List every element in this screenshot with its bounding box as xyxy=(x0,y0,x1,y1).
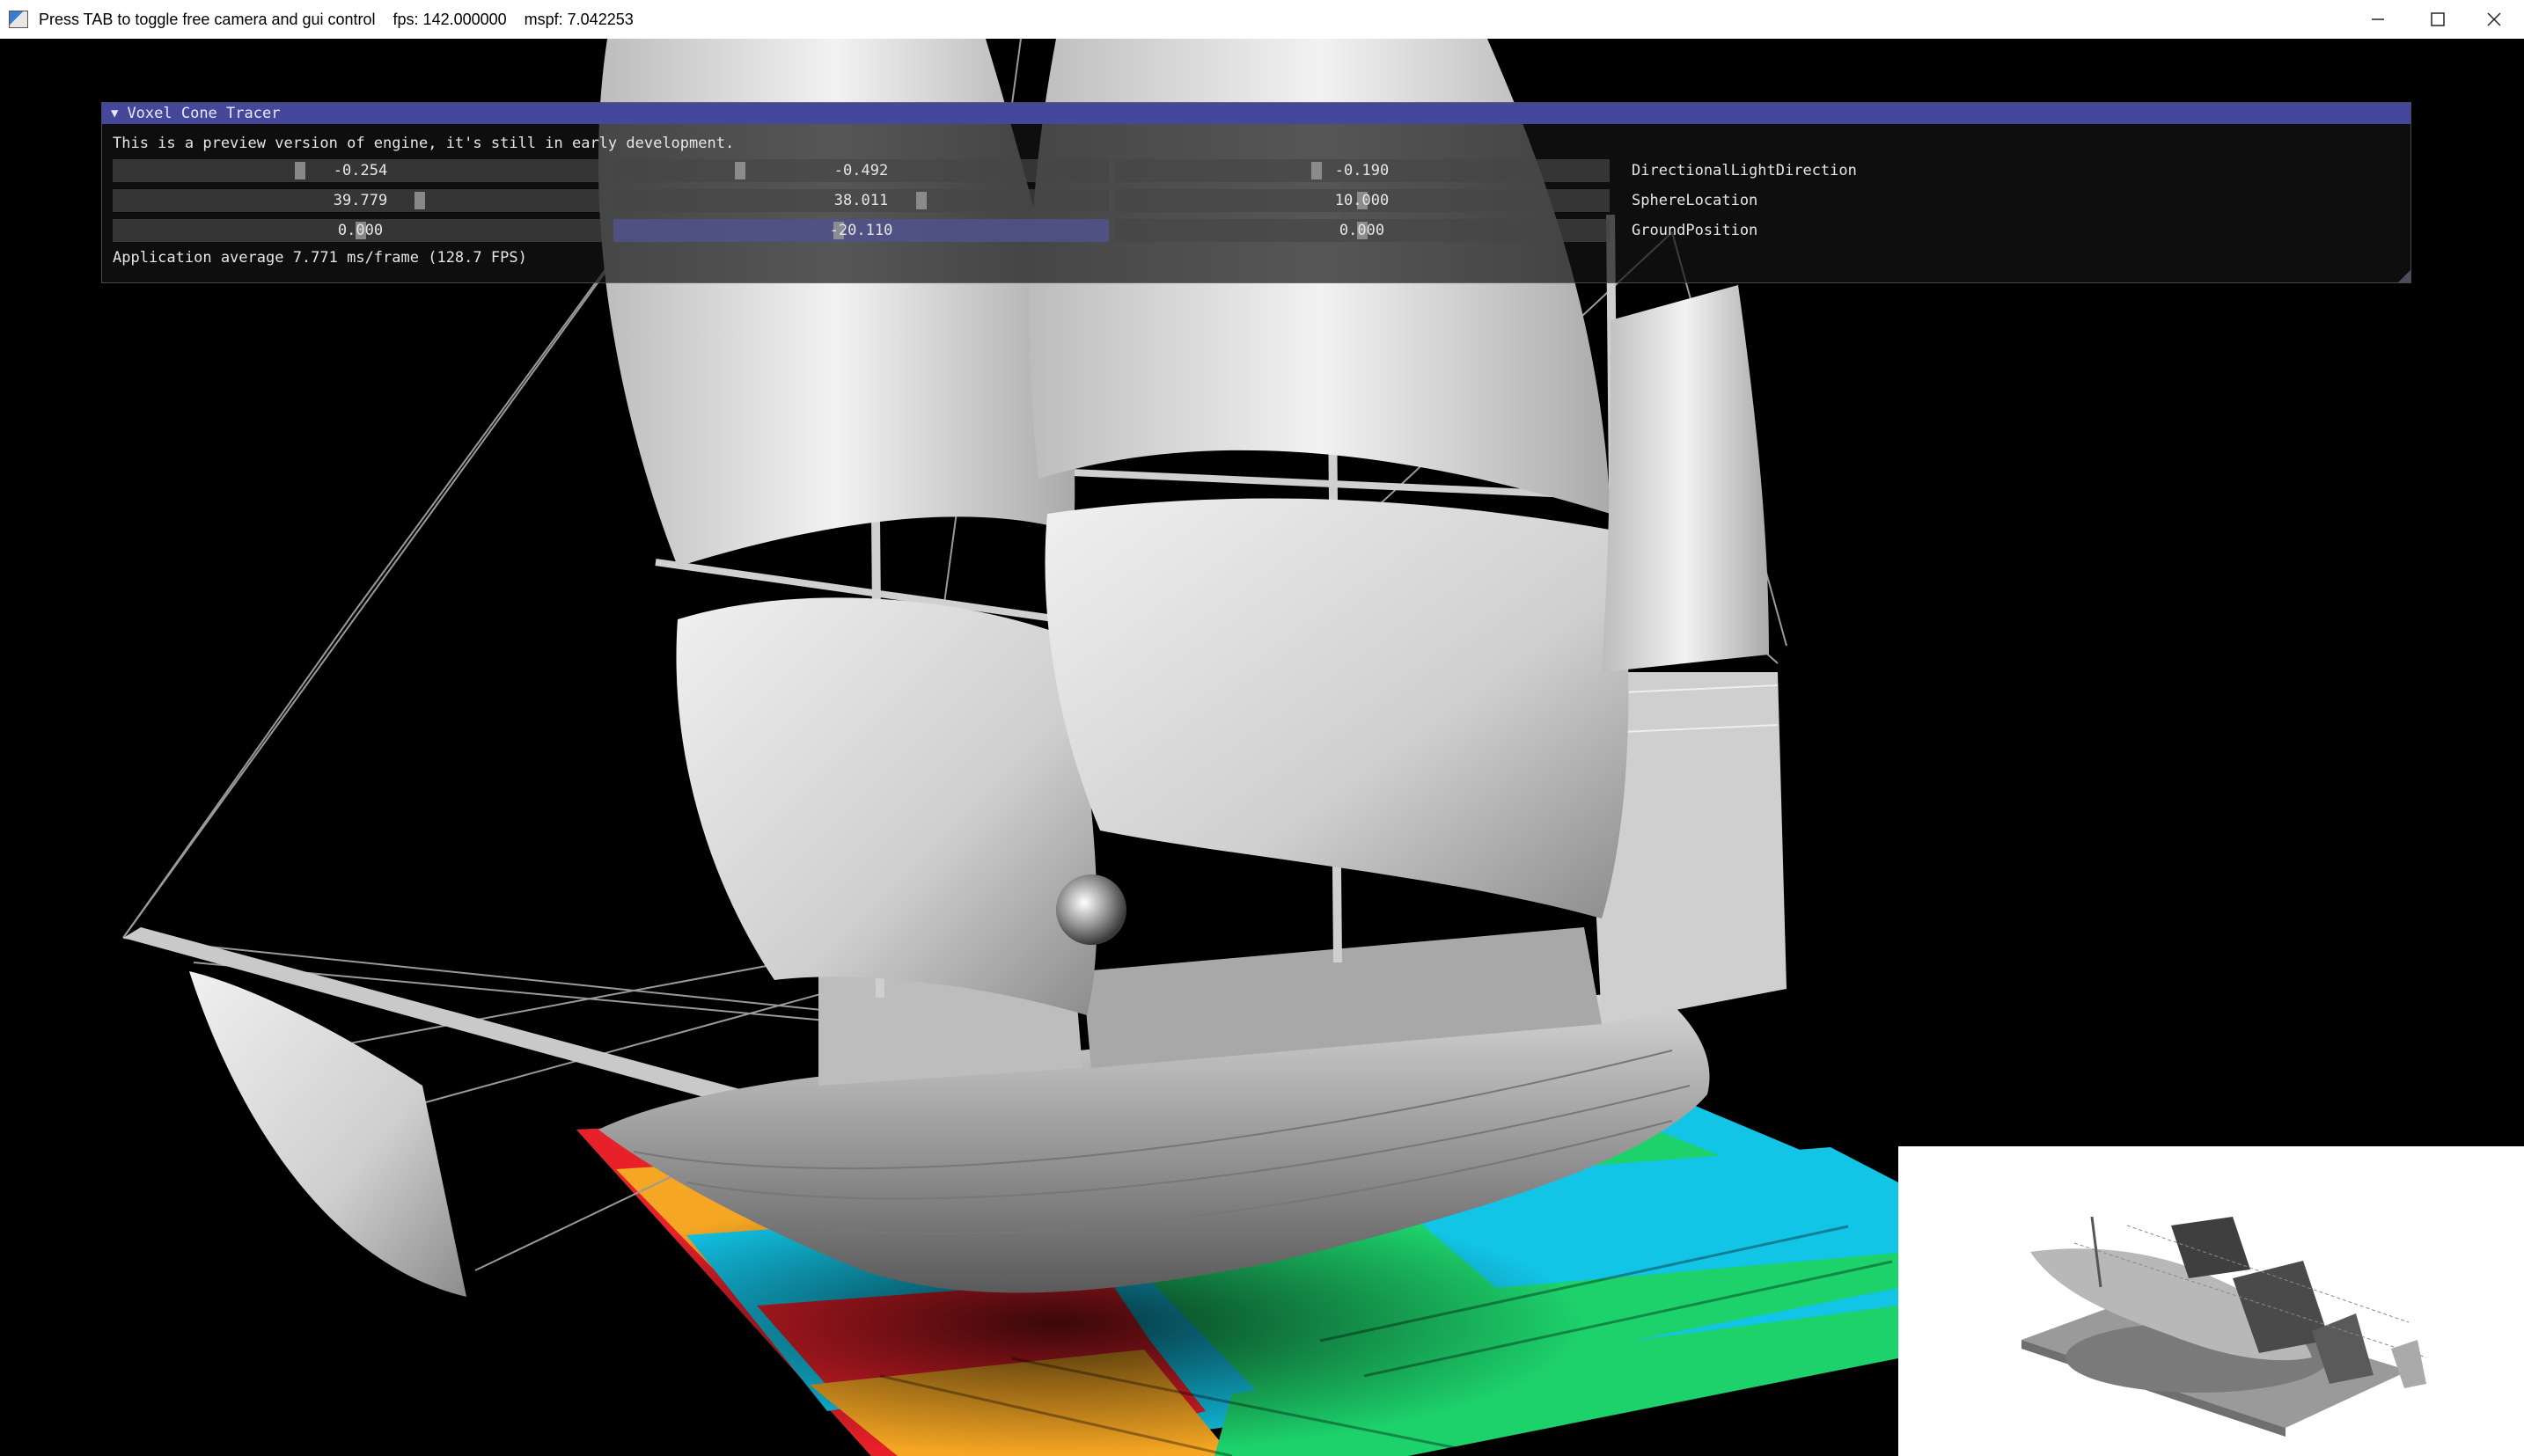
resize-grip[interactable] xyxy=(2398,270,2410,282)
ground-position-y-slider[interactable]: -20.110 xyxy=(613,219,1109,242)
slider-grab[interactable] xyxy=(916,192,927,209)
reflective-sphere xyxy=(1056,874,1126,945)
fore-course-sail xyxy=(676,597,1097,1015)
close-icon xyxy=(2487,12,2501,26)
main-course-sail xyxy=(1045,498,1629,918)
light-direction-y-slider[interactable]: -0.492 xyxy=(613,159,1109,182)
sphere-location-y-slider[interactable]: 38.011 xyxy=(613,189,1109,212)
panel-title: Voxel Cone Tracer xyxy=(127,105,281,122)
slider-grab[interactable] xyxy=(415,192,425,209)
frame-stats: Application average 7.771 ms/frame (128.… xyxy=(113,249,527,267)
panel-description: This is a preview version of engine, it'… xyxy=(113,135,735,152)
window-title: Press TAB to toggle free camera and gui … xyxy=(39,10,634,28)
row-label: SphereLocation xyxy=(1632,192,1758,209)
minimize-icon xyxy=(2372,18,2384,20)
close-button[interactable] xyxy=(2464,0,2524,39)
voxel-preview-render xyxy=(2021,1216,2427,1437)
panel-header[interactable]: ▼ Voxel Cone Tracer xyxy=(102,103,2410,124)
sphere-location-z-slider[interactable]: 10.000 xyxy=(1114,189,1610,212)
sphere-location-x-slider[interactable]: 39.779 xyxy=(113,189,608,212)
render-viewport[interactable]: ▼ Voxel Cone Tracer This is a preview ve… xyxy=(0,39,2524,1456)
slider-grab[interactable] xyxy=(295,162,305,179)
row-label: DirectionalLightDirection xyxy=(1632,162,1857,179)
maximize-icon xyxy=(2431,12,2445,26)
ground-position-x-slider[interactable]: 0.000 xyxy=(113,219,608,242)
minimize-button[interactable] xyxy=(2348,0,2408,39)
light-direction-z-slider[interactable]: -0.190 xyxy=(1114,159,1610,182)
maximize-button[interactable] xyxy=(2408,0,2468,39)
voxel-cone-tracer-panel[interactable]: ▼ Voxel Cone Tracer This is a preview ve… xyxy=(101,102,2411,283)
slider-grab[interactable] xyxy=(735,162,745,179)
app-window-icon xyxy=(9,11,28,28)
triangle-down-icon[interactable]: ▼ xyxy=(111,106,118,121)
row-label: GroundPosition xyxy=(1632,222,1758,239)
window-titlebar[interactable]: Press TAB to toggle free camera and gui … xyxy=(0,0,2524,39)
light-direction-x-slider[interactable]: -0.254 xyxy=(113,159,608,182)
ground-position-z-slider[interactable]: 0.000 xyxy=(1114,219,1610,242)
voxel-preview-inset xyxy=(1898,1146,2524,1456)
slider-grab[interactable] xyxy=(1311,162,1322,179)
mizzen-sail xyxy=(1602,285,1769,672)
